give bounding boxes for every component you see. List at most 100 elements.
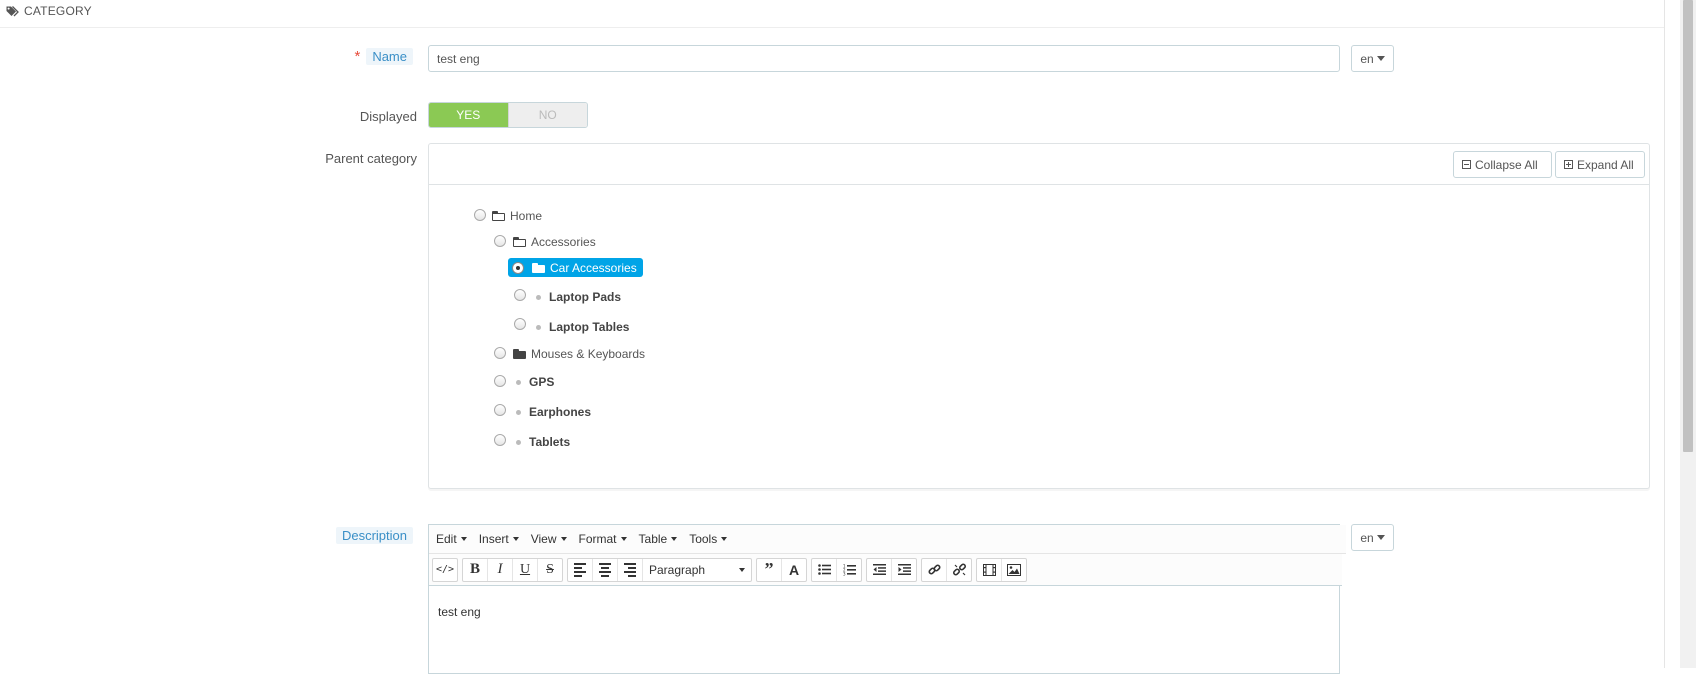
numbered-list-icon[interactable]: 123 bbox=[837, 559, 861, 581]
tree-radio-mouses-keyboards[interactable] bbox=[494, 347, 506, 359]
list-group: 123 bbox=[811, 557, 862, 582]
underline-icon[interactable]: U bbox=[513, 558, 538, 581]
text-color-icon[interactable]: A bbox=[782, 559, 806, 581]
name-lang-dropdown[interactable]: en bbox=[1351, 45, 1394, 72]
tree-radio-laptop-tables[interactable] bbox=[514, 318, 526, 330]
tree-node-accessories[interactable]: Accessories bbox=[513, 234, 596, 250]
menu-insert[interactable]: Insert bbox=[479, 532, 519, 546]
editor-content[interactable]: test eng bbox=[438, 605, 481, 619]
text-style-group: B I U S bbox=[462, 557, 563, 582]
tree-radio-accessories[interactable] bbox=[494, 235, 506, 247]
indent-group bbox=[866, 557, 917, 582]
indent-icon[interactable] bbox=[892, 559, 916, 581]
leaf-dot-icon bbox=[516, 409, 521, 415]
tree-node-home[interactable]: Home bbox=[492, 208, 542, 224]
menu-edit[interactable]: Edit bbox=[436, 532, 467, 546]
tree-node-car-accessories[interactable]: Car Accessories bbox=[508, 258, 643, 277]
name-input[interactable]: test eng bbox=[428, 45, 1340, 72]
collapse-all-label: Collapse All bbox=[1475, 157, 1538, 172]
strikethrough-icon[interactable]: S bbox=[538, 559, 562, 581]
tree-node-laptop-pads[interactable]: Laptop Pads bbox=[536, 289, 621, 305]
tags-icon bbox=[6, 5, 19, 16]
panel-title: CATEGORY bbox=[6, 4, 92, 18]
menu-format[interactable]: Format bbox=[579, 532, 627, 546]
tree-node-gps[interactable]: GPS bbox=[516, 374, 554, 390]
displayed-switch[interactable]: YES NO bbox=[428, 102, 588, 128]
folder-open-icon bbox=[492, 211, 505, 221]
image-icon[interactable] bbox=[1002, 559, 1026, 581]
collapse-icon bbox=[1462, 160, 1471, 169]
description-lang-value: en bbox=[1360, 530, 1374, 545]
tree-node-laptop-tables[interactable]: Laptop Tables bbox=[536, 319, 629, 335]
tree-radio-home[interactable] bbox=[474, 209, 486, 221]
editor-menubar: Edit Insert View Format Table Tools bbox=[429, 525, 1346, 554]
source-code-icon[interactable]: </> bbox=[433, 559, 457, 581]
menu-tools[interactable]: Tools bbox=[689, 532, 728, 546]
leaf-dot-icon bbox=[516, 439, 521, 445]
link-group bbox=[921, 557, 972, 582]
caret-down-icon bbox=[739, 567, 745, 572]
panel-header bbox=[0, 0, 1664, 28]
caret-down-icon bbox=[721, 537, 728, 541]
editor-toolbar: </> B I U S Paragraph ” A 123 bbox=[429, 554, 1342, 586]
required-marker: * bbox=[354, 48, 361, 65]
leaf-dot-icon bbox=[536, 324, 541, 330]
svg-text:3: 3 bbox=[843, 571, 846, 576]
leaf-dot-icon bbox=[516, 379, 521, 385]
align-group: Paragraph bbox=[567, 557, 752, 582]
blockquote-icon[interactable]: ” bbox=[757, 558, 782, 581]
video-icon[interactable] bbox=[977, 558, 1002, 581]
caret-down-icon bbox=[460, 537, 467, 541]
expand-all-label: Expand All bbox=[1577, 157, 1634, 172]
category-tree-panel bbox=[428, 143, 1650, 489]
outdent-icon[interactable] bbox=[867, 558, 892, 581]
tree-radio-earphones[interactable] bbox=[494, 404, 506, 416]
caret-down-icon bbox=[1376, 56, 1385, 61]
align-right-icon[interactable] bbox=[618, 558, 643, 581]
folder-open-icon bbox=[513, 237, 526, 247]
leaf-dot-icon bbox=[536, 294, 541, 300]
name-label: * Name bbox=[260, 48, 413, 65]
description-lang-dropdown[interactable]: en bbox=[1351, 524, 1394, 551]
menu-view[interactable]: View bbox=[531, 532, 567, 546]
align-left-icon[interactable] bbox=[568, 558, 593, 581]
tree-radio-gps[interactable] bbox=[494, 375, 506, 387]
scrollbar-thumb[interactable] bbox=[1683, 0, 1693, 452]
content-edge bbox=[1664, 0, 1665, 668]
caret-down-icon bbox=[671, 537, 678, 541]
description-label: Description bbox=[260, 527, 413, 544]
link-icon[interactable] bbox=[922, 558, 947, 581]
tree-node-earphones[interactable]: Earphones bbox=[516, 404, 591, 420]
expand-all-button[interactable]: Expand All bbox=[1555, 151, 1645, 178]
caret-down-icon bbox=[1376, 535, 1385, 540]
unlink-icon[interactable] bbox=[947, 559, 971, 581]
folder-icon bbox=[532, 262, 545, 273]
quote-color-group: ” A bbox=[756, 557, 807, 582]
format-select[interactable]: Paragraph bbox=[643, 559, 751, 581]
caret-down-icon bbox=[620, 537, 627, 541]
displayed-yes-option[interactable]: YES bbox=[429, 103, 508, 127]
bold-icon[interactable]: B bbox=[463, 558, 488, 581]
collapse-all-button[interactable]: Collapse All bbox=[1453, 151, 1552, 178]
caret-down-icon bbox=[512, 537, 519, 541]
bullet-list-icon[interactable] bbox=[812, 558, 837, 581]
folder-icon bbox=[513, 349, 526, 359]
italic-icon[interactable]: I bbox=[488, 558, 513, 581]
name-lang-value: en bbox=[1360, 51, 1374, 66]
panel-title-text: CATEGORY bbox=[24, 4, 92, 18]
displayed-no-option[interactable]: NO bbox=[507, 103, 587, 127]
expand-icon bbox=[1564, 160, 1573, 169]
displayed-label: Displayed bbox=[359, 109, 417, 124]
media-group bbox=[976, 557, 1027, 582]
align-center-icon[interactable] bbox=[593, 558, 618, 581]
name-input-value: test eng bbox=[437, 51, 480, 66]
source-group: </> bbox=[432, 557, 458, 582]
caret-down-icon bbox=[560, 537, 567, 541]
tree-radio-tablets[interactable] bbox=[494, 434, 506, 446]
parent-category-label: Parent category bbox=[325, 151, 417, 166]
menu-table[interactable]: Table bbox=[639, 532, 678, 546]
tree-node-tablets[interactable]: Tablets bbox=[516, 434, 570, 450]
tree-radio-car-accessories[interactable] bbox=[512, 261, 524, 274]
tree-node-mouses-keyboards[interactable]: Mouses & Keyboards bbox=[513, 346, 645, 362]
tree-radio-laptop-pads[interactable] bbox=[514, 289, 526, 301]
